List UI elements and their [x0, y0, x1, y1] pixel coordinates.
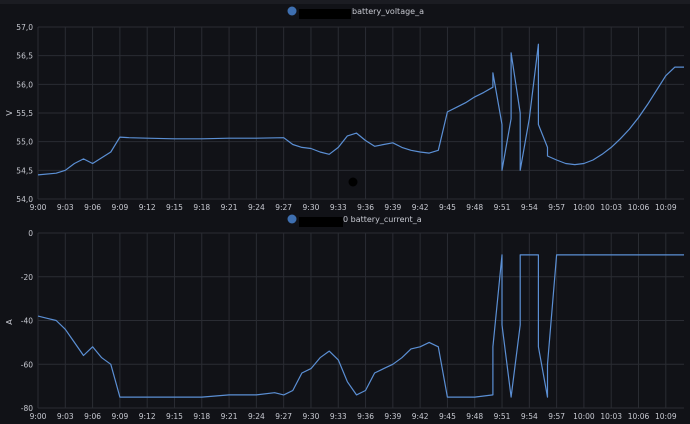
dashboard-charts: 54,054,555,055,556,056,557,09:00 9:03 9:06… — [5, 6, 684, 421]
x-tick-label: 9:18 — [193, 412, 210, 421]
x-tick-label: 9:36 — [357, 203, 374, 212]
x-tick-label: 9:33 — [330, 203, 347, 212]
x-tick-label: 9:15 — [166, 412, 183, 421]
x-tick-label: 9:39 — [384, 203, 401, 212]
x-tick-label: 9:27 — [275, 412, 292, 421]
legend-redaction — [299, 9, 351, 19]
y-tick-label: -40 — [21, 317, 33, 326]
x-tick-label: 9:21 — [221, 203, 238, 212]
x-tick-label: 10:06 — [628, 203, 650, 212]
x-tick-label: 9:24 — [248, 203, 265, 212]
x-tick-label: 9:51 — [494, 412, 511, 421]
x-tick-label: 9:03 — [57, 412, 74, 421]
x-tick-label: 9:33 — [330, 412, 347, 421]
legend-label: battery_voltage_a — [352, 7, 424, 16]
x-tick-label: 9:00 — [30, 412, 47, 421]
x-tick-label: 9:54 — [521, 203, 538, 212]
y-tick-label: 56,0 — [16, 80, 33, 89]
y-tick-label: 57,0 — [16, 23, 33, 32]
y-tick-label: 55,0 — [16, 138, 33, 147]
legend-label: 0 battery_current_a — [343, 215, 422, 224]
x-tick-label: 10:09 — [655, 203, 677, 212]
x-tick-label: 9:57 — [548, 203, 565, 212]
x-tick-label: 9:09 — [111, 412, 128, 421]
cursor-marker — [348, 177, 358, 187]
x-tick-label: 9:42 — [412, 412, 429, 421]
x-tick-label: 9:42 — [412, 203, 429, 212]
y-tick-label: 56,5 — [16, 52, 33, 61]
x-tick-label: 9:48 — [466, 203, 483, 212]
x-tick-label: 9:36 — [357, 412, 374, 421]
x-tick-label: 10:00 — [573, 412, 595, 421]
x-tick-label: 9:30 — [303, 203, 320, 212]
x-tick-label: 9:24 — [248, 412, 265, 421]
x-tick-label: 10:03 — [600, 203, 622, 212]
y-tick-label: 55,5 — [16, 109, 33, 118]
x-tick-label: 9:30 — [303, 412, 320, 421]
x-tick-label: 9:18 — [193, 203, 210, 212]
x-tick-label: 9:00 — [30, 203, 47, 212]
x-tick-label: 9:45 — [439, 412, 456, 421]
x-tick-label: 9:27 — [275, 203, 292, 212]
x-tick-label: 9:12 — [139, 203, 156, 212]
chart-panel-2: -80-60-40-2009:00 9:03 9:06 9:09 9:12 9:15 9:1… — [5, 214, 684, 421]
x-tick-label: 9:12 — [139, 412, 156, 421]
chart-panel-1: 54,054,555,055,556,056,557,09:00 9:03 9:06… — [5, 6, 684, 212]
series-line-1 — [37, 43, 684, 176]
x-tick-label: 9:21 — [221, 412, 238, 421]
legend-dot-icon — [287, 6, 297, 16]
x-tick-label: 9:48 — [466, 412, 483, 421]
y-tick-label: -60 — [21, 360, 33, 369]
y-tick-label: -20 — [21, 273, 33, 282]
x-tick-label: 10:06 — [628, 412, 650, 421]
x-tick-label: 9:15 — [166, 203, 183, 212]
x-tick-label: 10:09 — [655, 412, 677, 421]
series-line-1 — [37, 254, 684, 398]
legend-redaction — [299, 217, 343, 227]
y-tick-label: 54,5 — [16, 166, 33, 175]
x-tick-label: 9:39 — [384, 412, 401, 421]
x-tick-label: 9:57 — [548, 412, 565, 421]
y-axis-label: A — [5, 319, 14, 325]
legend-dot-icon — [287, 214, 297, 224]
x-tick-label: 9:03 — [57, 203, 74, 212]
x-tick-label: 9:09 — [111, 203, 128, 212]
x-tick-label: 10:03 — [600, 412, 622, 421]
x-tick-label: 9:06 — [84, 203, 101, 212]
x-tick-label: 10:00 — [573, 203, 595, 212]
x-tick-label: 9:51 — [494, 203, 511, 212]
y-tick-label: 0 — [28, 229, 33, 238]
x-tick-label: 9:45 — [439, 203, 456, 212]
x-tick-label: 9:06 — [84, 412, 101, 421]
x-tick-label: 9:54 — [521, 412, 538, 421]
y-axis-label: V — [5, 110, 14, 116]
